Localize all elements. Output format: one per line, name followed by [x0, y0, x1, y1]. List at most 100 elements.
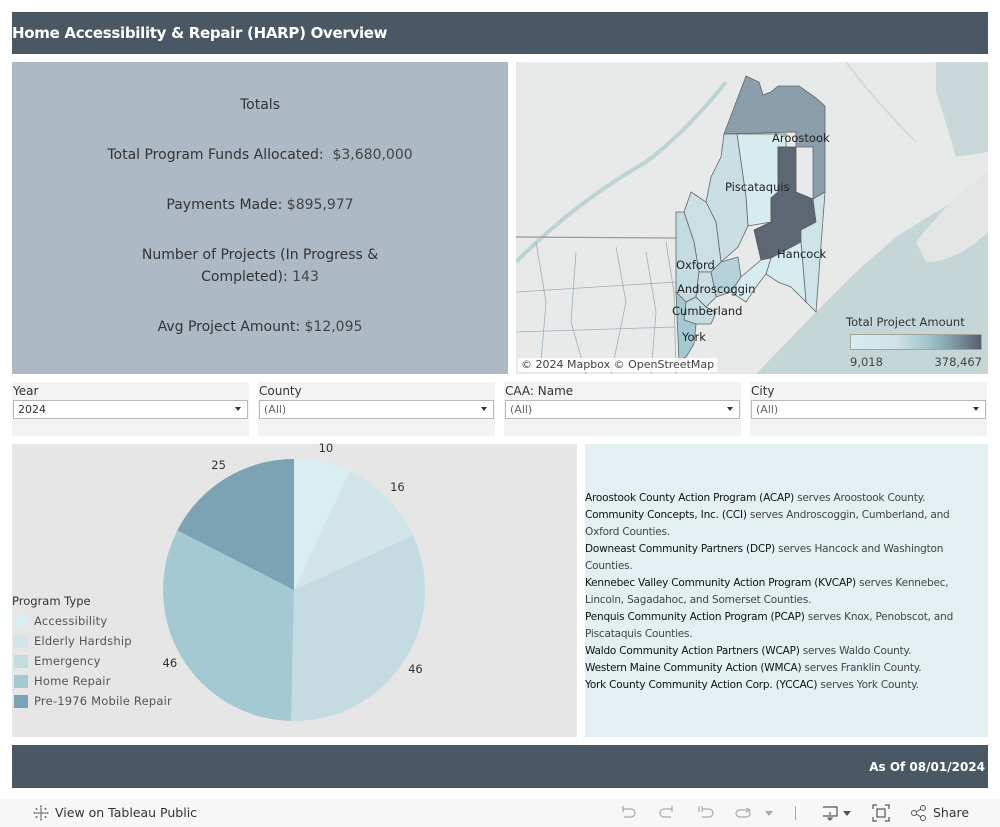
caa-entry: Penquis Community Action Program (PCAP) … — [585, 609, 980, 643]
dashboard-title-bar: Home Accessibility & Repair (HARP) Overv… — [12, 12, 988, 54]
filter-city: City (All) — [750, 382, 987, 436]
caa-org-name: Penquis Community Action Program (PCAP) — [585, 611, 805, 623]
filter-city-label: City — [751, 384, 775, 398]
tableau-toolbar: View on Tableau Public Share — [0, 799, 1000, 827]
avg-label: Avg Project Amount: — [157, 319, 301, 335]
map-attribution[interactable]: © 2024 Mapbox © OpenStreetMap — [518, 358, 718, 372]
caa-info-panel: Aroostook County Action Program (ACAP) s… — [585, 444, 988, 737]
legend-label: Accessibility — [34, 614, 108, 628]
refresh-icon — [735, 807, 752, 818]
total-funds-value: $3,680,000 — [332, 147, 413, 163]
caa-org-name: Community Concepts, Inc. (CCI) — [585, 509, 747, 521]
legend-item[interactable]: Accessibility — [12, 611, 172, 631]
legend-label: Pre-1976 Mobile Repair — [34, 694, 172, 708]
refresh-dropdown-button[interactable] — [765, 799, 773, 827]
legend-swatch — [14, 694, 28, 708]
filter-county-value: (All) — [264, 403, 287, 416]
legend-item[interactable]: Elderly Hardship — [12, 631, 172, 651]
nh-vt-counties — [516, 241, 677, 374]
dashboard-title: Home Accessibility & Repair (HARP) Overv… — [12, 24, 388, 42]
undo-button[interactable] — [619, 799, 637, 827]
redo-button[interactable] — [658, 799, 676, 827]
filter-caa-label: CAA: Name — [505, 384, 574, 398]
projects-count-line1: Number of Projects (In Progress & — [141, 247, 379, 263]
caa-org-name: Aroostook County Action Program (ACAP) — [585, 492, 795, 504]
filter-county-label: County — [259, 384, 302, 398]
totals-panel: Totals Total Program Funds Allocated: $3… — [12, 62, 508, 374]
redo-icon — [659, 806, 673, 818]
legend-swatch — [14, 614, 28, 628]
map-label-piscataquis: Piscataquis — [725, 180, 790, 194]
caa-org-name: Downeast Community Partners (DCP) — [585, 543, 775, 555]
caa-entry: Waldo Community Action Partners (WCAP) s… — [585, 643, 980, 660]
caa-entry: Aroostook County Action Program (ACAP) s… — [585, 490, 980, 507]
filter-caa-select[interactable]: (All) — [505, 400, 740, 419]
legend-label: Emergency — [34, 654, 101, 668]
caa-org-name: York County Community Action Corp. (YCCA… — [585, 679, 818, 691]
filter-year-value: 2024 — [18, 403, 46, 416]
legend-item[interactable]: Home Repair — [12, 671, 172, 691]
caa-service-area: serves Franklin County. — [801, 662, 922, 674]
total-funds: Total Program Funds Allocated: $3,680,00… — [12, 144, 508, 166]
projects-label: Completed): — [201, 269, 288, 285]
undo-icon — [622, 806, 636, 818]
fullscreen-button[interactable] — [872, 799, 890, 827]
map-label-oxford: Oxford — [676, 258, 715, 272]
caa-entry: Kennebec Valley Community Action Program… — [585, 575, 980, 609]
legend-swatch — [14, 634, 28, 648]
tableau-logo-icon — [33, 805, 49, 821]
map-label-androscoggin: Androscoggin — [677, 282, 756, 296]
as-of-date: As Of 08/01/2024 — [869, 760, 985, 774]
revert-icon — [698, 806, 714, 818]
caa-service-area: serves Aroostook County. — [794, 492, 926, 504]
filter-city-select[interactable]: (All) — [751, 400, 986, 419]
program-type-legend: Program Type Accessibility Elderly Hardsh… — [12, 594, 172, 711]
filter-caa-name: CAA: Name (All) — [504, 382, 741, 436]
legend-swatch — [14, 674, 28, 688]
toolbar-divider — [795, 806, 796, 820]
legend-item[interactable]: Emergency — [12, 651, 172, 671]
payments-label: Payments Made: — [166, 197, 283, 213]
legend-item[interactable]: Pre-1976 Mobile Repair — [12, 691, 172, 711]
map-label-york: York — [682, 330, 706, 344]
caa-entry: York County Community Action Corp. (YCCA… — [585, 677, 980, 694]
filter-county-select[interactable]: (All) — [259, 400, 494, 419]
caa-org-name: Waldo Community Action Partners (WCAP) — [585, 645, 800, 657]
bay-area — [936, 62, 988, 157]
caa-service-area: serves York County. — [817, 679, 919, 691]
download-button[interactable] — [821, 799, 851, 827]
share-button[interactable]: Share — [910, 799, 969, 827]
caa-org-name: Kennebec Valley Community Action Program… — [585, 577, 856, 589]
pie-data-label: 25 — [211, 458, 226, 473]
avg-value: $12,095 — [304, 319, 363, 335]
fullscreen-icon — [872, 804, 890, 822]
legend-label: Home Repair — [34, 674, 111, 688]
legend-title: Program Type — [12, 594, 91, 608]
avg-project: Avg Project Amount: $12,095 — [12, 316, 508, 338]
program-type-pie-panel: 10 16 46 46 25 Program Type Accessibility Eld… — [12, 441, 577, 737]
chevron-down-icon — [727, 407, 733, 411]
footer-bar: As Of 08/01/2024 — [12, 745, 988, 788]
caret-down-icon — [843, 810, 851, 816]
caret-down-icon — [765, 810, 773, 816]
caa-entry: Western Maine Community Action (WMCA) se… — [585, 660, 980, 677]
chevron-down-icon — [481, 407, 487, 411]
caa-entry: Community Concepts, Inc. (CCI) serves An… — [585, 507, 980, 541]
view-on-tableau-public-button[interactable]: View on Tableau Public — [33, 799, 197, 827]
map-legend-title: Total Project Amount — [846, 315, 965, 329]
pie-data-label: 46 — [408, 661, 423, 676]
revert-button[interactable] — [697, 799, 715, 827]
filter-year-select[interactable]: 2024 — [13, 400, 248, 419]
county-map[interactable]: Aroostook Piscataquis Hancock Oxford And… — [516, 62, 988, 374]
map-legend-gradient — [850, 334, 982, 350]
projects-value: 143 — [292, 269, 319, 285]
refresh-button[interactable] — [734, 799, 754, 827]
river — [845, 62, 917, 143]
chevron-down-icon — [235, 407, 241, 411]
map-legend-max: 378,467 — [934, 355, 982, 369]
total-funds-label: Total Program Funds Allocated: — [107, 147, 324, 163]
filter-city-value: (All) — [756, 403, 779, 416]
map-legend-min: 9,018 — [850, 355, 883, 369]
legend-swatch — [14, 654, 28, 668]
map-label-aroostook: Aroostook — [772, 131, 830, 145]
